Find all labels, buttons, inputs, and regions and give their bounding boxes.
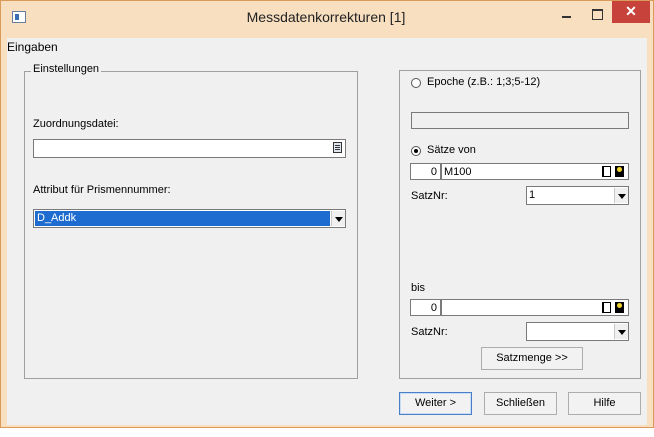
von-number-value: 0 <box>430 166 437 178</box>
prism-attribute-select[interactable]: D_Addk <box>33 209 346 228</box>
satzmenge-button[interactable]: Satzmenge >> <box>481 347 583 370</box>
document-icon[interactable] <box>333 142 342 153</box>
door-icon[interactable] <box>602 302 611 313</box>
minimize-button[interactable] <box>554 4 580 24</box>
von-satznr-label: SatzNr: <box>411 190 448 202</box>
chevron-down-icon[interactable] <box>331 211 345 226</box>
bis-satznr-select[interactable] <box>526 322 629 341</box>
key-icon[interactable] <box>615 166 624 177</box>
chevron-down-icon[interactable] <box>614 188 628 203</box>
von-number-input[interactable]: 0 <box>410 163 441 180</box>
bis-number-value: 0 <box>430 302 437 314</box>
menu-bar <box>7 38 647 57</box>
von-satznr-select[interactable]: 1 <box>526 186 629 205</box>
prism-attribute-value: D_Addk <box>37 212 77 224</box>
prism-attribute-selected: D_Addk <box>35 211 330 226</box>
saetze-von-radio[interactable] <box>411 146 421 156</box>
schliessen-button[interactable]: Schließen <box>484 392 557 415</box>
bis-number-input[interactable]: 0 <box>410 299 441 316</box>
epoch-radio[interactable] <box>411 78 421 88</box>
von-record-input[interactable]: M100 <box>441 163 629 180</box>
von-record-value: M100 <box>444 166 472 178</box>
assignment-file-label: Zuordnungsdatei: <box>33 118 119 130</box>
bis-satznr-label: SatzNr: <box>411 326 448 338</box>
bis-record-input[interactable] <box>441 299 629 316</box>
weiter-button[interactable]: Weiter > <box>399 392 472 415</box>
von-satznr-value: 1 <box>529 189 536 201</box>
epoch-input[interactable] <box>411 112 629 129</box>
door-icon[interactable] <box>602 166 611 177</box>
prism-attribute-label: Attribut für Prismennummer: <box>33 184 171 196</box>
menu-eingaben[interactable]: Eingaben <box>7 40 58 54</box>
bis-label: bis <box>411 282 426 294</box>
key-icon[interactable] <box>615 302 624 313</box>
close-button[interactable]: ✕ <box>612 1 650 23</box>
assignment-file-input[interactable] <box>33 139 346 158</box>
settings-group-label: Einstellungen <box>31 63 102 75</box>
hilfe-button[interactable]: Hilfe <box>568 392 641 415</box>
epoch-label: Epoche (z.B.: 1;3;5-12) <box>427 76 541 88</box>
chevron-down-icon[interactable] <box>614 324 628 339</box>
maximize-button[interactable] <box>584 4 610 24</box>
saetze-von-label: Sätze von <box>427 144 476 156</box>
